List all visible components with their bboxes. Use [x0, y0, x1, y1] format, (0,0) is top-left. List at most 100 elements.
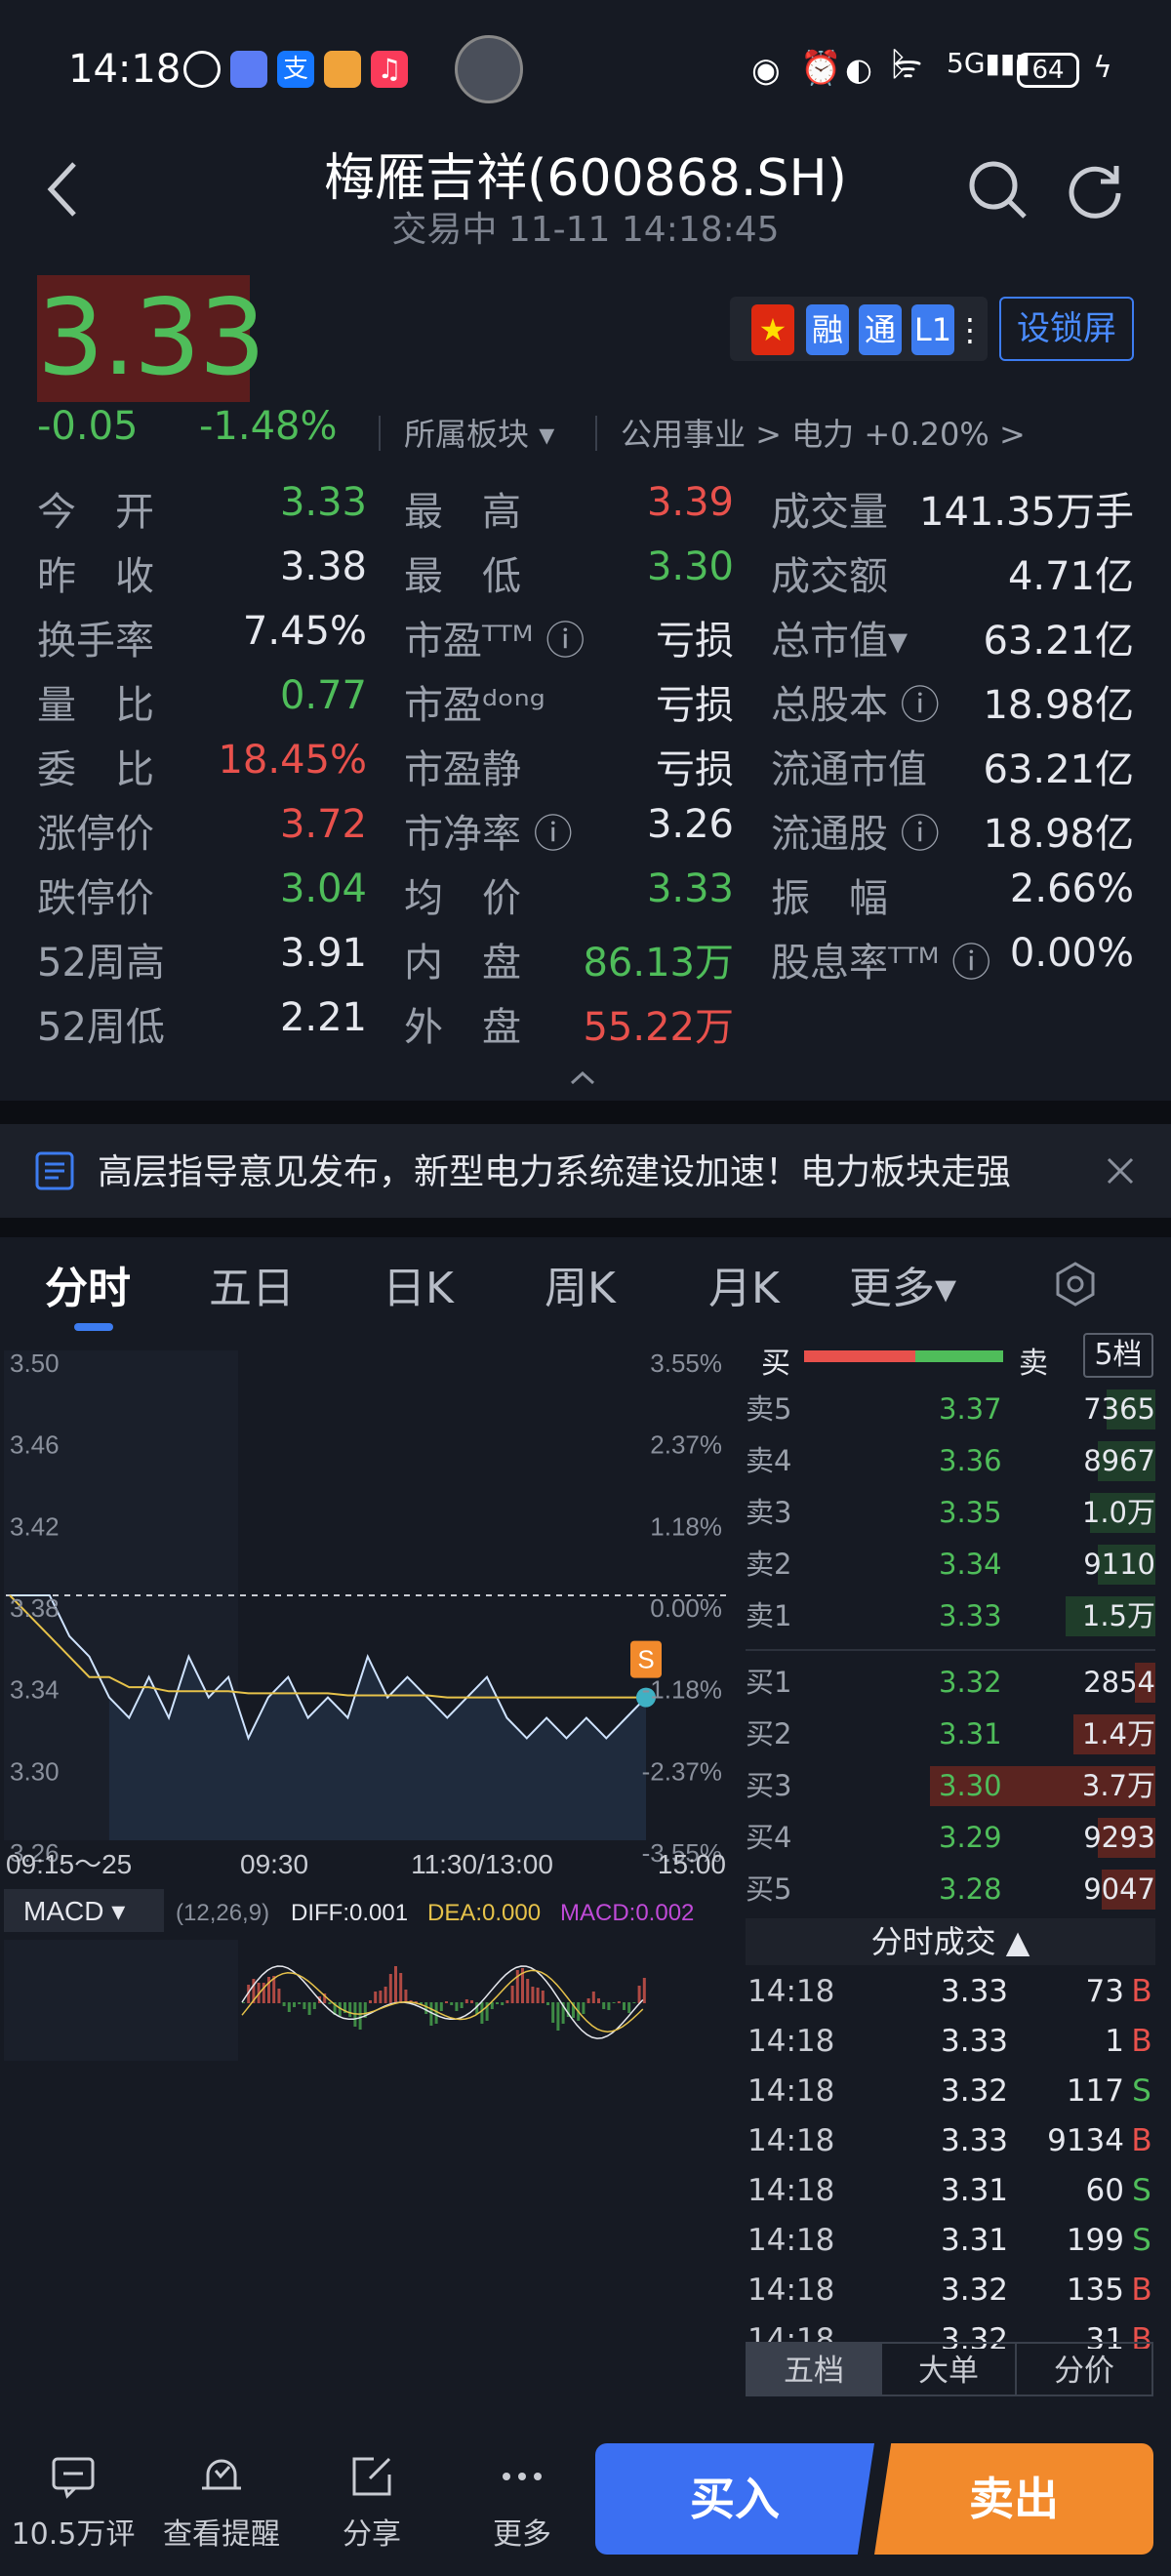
- search-icon[interactable]: [966, 158, 1030, 222]
- avatar[interactable]: [455, 35, 523, 103]
- lock-screen-button[interactable]: 设锁屏: [999, 297, 1134, 361]
- news-icon: [35, 1151, 74, 1190]
- bid-row[interactable]: 买4 3.29 9293: [746, 1812, 1155, 1864]
- stat-value: 86.13万: [583, 941, 734, 986]
- collapse-icon[interactable]: [568, 1067, 597, 1087]
- hand-icon: [183, 51, 221, 88]
- macd-histogram-bar: [470, 2000, 473, 2003]
- alarm-icon: ⏰: [800, 49, 842, 88]
- sell-button[interactable]: 卖出: [874, 2443, 1153, 2555]
- stat-value: 0.77: [279, 673, 367, 718]
- seg-five-level[interactable]: 五档: [746, 2342, 882, 2396]
- bid-row[interactable]: 买5 3.28 9047: [746, 1864, 1155, 1915]
- bid-row[interactable]: 买3 3.30 3.7万: [746, 1760, 1155, 1812]
- trade-row: 14:18 3.31 199 S: [746, 2216, 1155, 2266]
- ask-row[interactable]: 卖1 3.33 1.5万: [746, 1590, 1155, 1642]
- more-icon: [503, 2473, 542, 2480]
- intraday-chart[interactable]: S3.503.463.423.383.343.303.263.55%2.37%1…: [0, 1333, 732, 2078]
- macd-histogram-bar: [617, 2001, 621, 2003]
- trade-volume: 1: [1105, 2024, 1124, 2059]
- stat-value: 2.21: [279, 995, 367, 1040]
- stat-label: 市盈静: [404, 747, 521, 792]
- trade-volume: 199: [1066, 2223, 1124, 2258]
- macd-histogram-bar: [637, 1986, 641, 2003]
- buy-button[interactable]: 买入: [595, 2443, 874, 2555]
- tab-weekly-k[interactable]: 周K: [545, 1253, 616, 1315]
- seg-price-dist[interactable]: 分价: [1015, 2342, 1153, 2396]
- sector-path-link[interactable]: 公用事业 > 电力 +0.20% >: [621, 410, 1026, 455]
- level-price: 3.32: [939, 1666, 1002, 1699]
- share-button[interactable]: 分享: [299, 2449, 445, 2553]
- sector-dropdown[interactable]: 所属板块 ▾: [404, 410, 554, 455]
- level-label: 买1: [746, 1666, 792, 1699]
- time-tick: 11:30/13:00: [411, 1849, 553, 1879]
- pct-tick: 0.00%: [650, 1593, 722, 1623]
- level-volume: 2854: [1083, 1666, 1155, 1699]
- ask-row[interactable]: 卖5 3.37 7365: [746, 1384, 1155, 1435]
- stat-label: 涨停价: [37, 812, 154, 857]
- tab-intraday[interactable]: 分时: [45, 1253, 131, 1315]
- more-button[interactable]: 更多: [449, 2449, 595, 2553]
- pct-tick: 1.18%: [650, 1511, 722, 1541]
- stat-value: 141.35万手: [919, 490, 1134, 535]
- macd-histogram-bar: [358, 2002, 362, 2030]
- buy-sell-ratio-bar: [804, 1350, 1003, 1362]
- depth-toggle-button[interactable]: 5档: [1083, 1333, 1153, 1378]
- ask-row[interactable]: 卖3 3.35 1.0万: [746, 1487, 1155, 1539]
- level-volume: 8967: [1083, 1444, 1155, 1477]
- ask-row[interactable]: 卖4 3.36 8967: [746, 1435, 1155, 1487]
- pct-tick: 2.37%: [650, 1430, 722, 1460]
- stat-label: 振 幅: [771, 876, 888, 921]
- level-volume: 9110: [1083, 1548, 1155, 1581]
- price-change: -0.05: [37, 404, 139, 449]
- comments-button[interactable]: 10.5万评: [0, 2449, 146, 2553]
- price-tick: 3.38: [10, 1593, 60, 1623]
- bid-row[interactable]: 买1 3.32 2854: [746, 1657, 1155, 1709]
- macd-value: MACD:0.002: [560, 1900, 694, 1926]
- dnd-icon: ◐: [845, 51, 872, 88]
- stat-label: 换手率: [37, 619, 154, 664]
- macd-histogram-bar: [399, 1973, 403, 2003]
- level-price: 3.31: [939, 1717, 1002, 1751]
- alerts-button[interactable]: 查看提醒: [148, 2449, 295, 2553]
- alerts-label: 查看提醒: [163, 2517, 280, 2552]
- trade-time: 14:18: [747, 2073, 835, 2109]
- tab-5day[interactable]: 五日: [209, 1253, 295, 1315]
- macd-histogram-bar: [460, 2002, 464, 2008]
- trades-header[interactable]: 分时成交 ▲: [746, 1918, 1155, 1965]
- bid-row[interactable]: 买2 3.31 1.4万: [746, 1709, 1155, 1760]
- seg-big-order[interactable]: 大单: [880, 2342, 1017, 2396]
- price-tick: 3.30: [10, 1756, 60, 1786]
- stat-value: 3.33: [646, 866, 734, 911]
- stat-label: 昨 收: [37, 554, 154, 599]
- macd-histogram-bar: [623, 2002, 626, 2010]
- trade-volume: 73: [1085, 1974, 1124, 2009]
- tag-connect: 通: [859, 304, 902, 355]
- macd-histogram-bar: [510, 1986, 514, 2003]
- ask-row[interactable]: 卖2 3.34 9110: [746, 1539, 1155, 1590]
- refresh-icon[interactable]: [1062, 158, 1126, 222]
- level-label: 买2: [746, 1717, 792, 1751]
- tab-daily-k[interactable]: 日K: [383, 1253, 454, 1315]
- wallet-icon: [324, 51, 361, 88]
- trade-price: 3.31: [941, 2173, 1009, 2208]
- price-tick: 3.42: [10, 1511, 60, 1541]
- time-tick: 09:30: [240, 1849, 308, 1879]
- macd-histogram-bar: [501, 2002, 505, 2005]
- level-volume: 9047: [1083, 1872, 1155, 1906]
- stat-label: 量 比: [37, 683, 154, 728]
- trade-side: B: [1131, 2123, 1152, 2158]
- news-text[interactable]: 高层指导意见发布，新型电力系统建设加速！电力板块走强: [98, 1144, 1011, 1194]
- trade-side: B: [1131, 2273, 1152, 2308]
- close-icon[interactable]: [1105, 1155, 1136, 1187]
- eye-icon: ◉: [751, 51, 781, 90]
- tab-more[interactable]: 更多▾: [849, 1253, 956, 1315]
- more-label: 更多: [493, 2517, 551, 2552]
- macd-histogram-bar: [480, 2002, 484, 2024]
- trade-row: 14:18 3.32 117 S: [746, 2067, 1155, 2116]
- level-price: 3.30: [939, 1769, 1002, 1802]
- macd-histogram-bar: [287, 2002, 291, 2012]
- settings-icon[interactable]: [1052, 1261, 1099, 1308]
- tab-monthly-k[interactable]: 月K: [708, 1253, 780, 1315]
- level-label: 卖5: [746, 1392, 792, 1426]
